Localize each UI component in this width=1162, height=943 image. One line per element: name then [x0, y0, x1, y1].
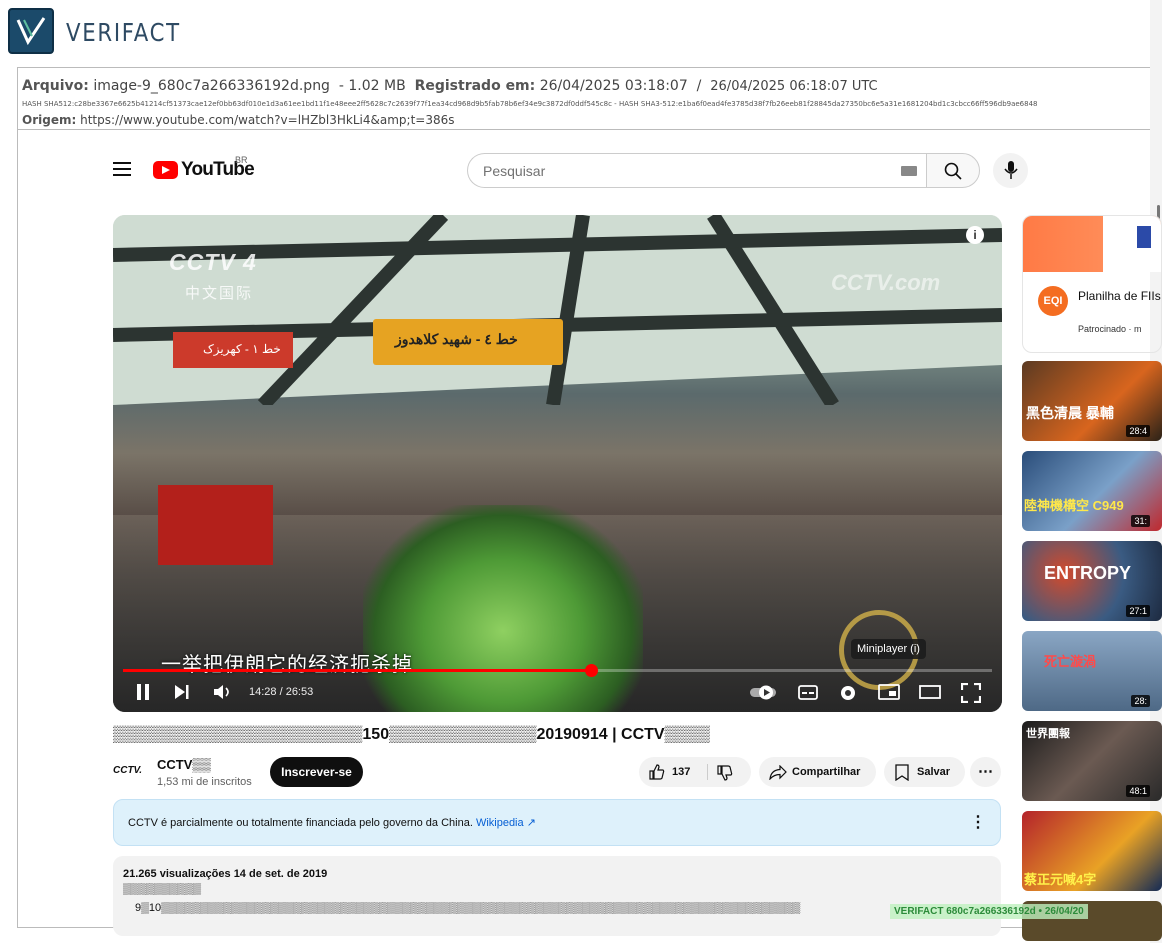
- ad-sponsor: Patrocinado · m: [1078, 324, 1142, 334]
- time-display: 14:28 / 26:53: [249, 686, 314, 698]
- country-code: BR: [235, 155, 248, 165]
- keyboard-icon[interactable]: [901, 166, 917, 176]
- recommended-video-thumbnail[interactable]: 死亡漩渦 28:: [1022, 631, 1162, 711]
- fullscreen-icon[interactable]: [961, 683, 981, 703]
- video-duration: 48:1: [1126, 785, 1150, 797]
- registrado-value: 26/04/2025 03:18:07: [539, 78, 688, 94]
- miniplayer-icon[interactable]: [878, 683, 900, 701]
- progress-knob[interactable]: [584, 664, 598, 677]
- save-label: Salvar: [917, 766, 951, 778]
- verifact-stamp: VERIFACT 680c7a266336192d • 26/04/20: [890, 904, 1088, 919]
- notice-text: CCTV é parcialmente ou totalmente financ…: [128, 817, 473, 829]
- thumbnail-text: 世界團報: [1026, 728, 1070, 740]
- share-icon: [769, 765, 787, 780]
- date-separator: /: [696, 78, 702, 94]
- recommended-video-thumbnail[interactable]: 黑色清晨 暴輔 28:4: [1022, 361, 1162, 441]
- progress-fill: [123, 669, 591, 672]
- search-input[interactable]: Pesquisar: [467, 153, 926, 188]
- ad-shield-icon: [1137, 226, 1151, 248]
- evidence-metadata: Arquivo: image-9_680c7a266336192d.png - …: [17, 67, 1150, 130]
- subscribe-button[interactable]: Inscrever-se: [270, 757, 363, 787]
- video-player[interactable]: خط ۱ - کهریزک خط ٤ - شهید کلاهدوز CCTV 4…: [113, 215, 1002, 712]
- microphone-icon: [1004, 161, 1018, 179]
- ad-logo: EQI: [1038, 286, 1068, 316]
- video-frame-plant: [363, 505, 643, 712]
- ad-banner: [1023, 216, 1161, 272]
- video-frame-kiosk: [158, 485, 273, 565]
- file-size: - 1.02 MB: [338, 78, 406, 94]
- description-box[interactable]: 21.265 visualizações 14 de set. de 2019 …: [113, 856, 1001, 936]
- utc-value: 26/04/2025 06:18:07 UTC: [710, 79, 878, 94]
- search-placeholder: Pesquisar: [483, 163, 546, 179]
- origem-label: Origem:: [22, 113, 77, 127]
- cctv-com-watermark: CCTV.com: [831, 270, 941, 295]
- settings-gear-icon[interactable]: [838, 683, 858, 703]
- more-actions-icon[interactable]: ⋯: [970, 757, 1001, 787]
- channel-avatar[interactable]: CCTV.: [113, 758, 149, 783]
- verifact-logo: [8, 8, 54, 54]
- description-line: ▒▒▒▒▒▒▒▒▒▒: [123, 883, 201, 895]
- share-button[interactable]: Compartilhar: [759, 757, 876, 787]
- notice-menu-icon[interactable]: ⋮: [970, 812, 986, 832]
- recommended-video-thumbnail[interactable]: 蔡正元喊4字: [1022, 811, 1162, 891]
- sign-left-text: خط ۱ - کهریزک: [203, 342, 281, 356]
- like-count[interactable]: 137: [672, 757, 690, 787]
- volume-icon[interactable]: [213, 683, 233, 701]
- video-frame-ceiling: [113, 215, 1002, 405]
- subtitles-icon[interactable]: [798, 683, 818, 701]
- origem-url: https://www.youtube.com/watch?v=lHZbl3Hk…: [80, 113, 455, 127]
- description-line: 9▒10▒▒▒▒▒▒▒▒▒▒▒▒▒▒▒▒▒▒▒▒▒▒▒▒▒▒▒▒▒▒▒▒▒▒▒▒…: [135, 902, 801, 914]
- next-icon[interactable]: [174, 683, 190, 701]
- thumbnail-text: 蔡正元喊4字: [1024, 872, 1097, 887]
- registrado-label: Registrado em:: [414, 78, 536, 94]
- miniplayer-tooltip: Miniplayer (i): [851, 639, 926, 659]
- funding-notice: CCTV é parcialmente ou totalmente financ…: [113, 799, 1001, 846]
- save-button[interactable]: Salvar: [884, 757, 965, 787]
- video-sign-left: خط ۱ - کهریزک: [173, 332, 293, 368]
- cctv4-watermark: CCTV 4: [169, 249, 257, 275]
- verifact-brand: VERIFACT: [66, 18, 181, 47]
- hash-line: HASH SHA512:c28be3367e6625b41214cf51373c…: [22, 100, 1038, 108]
- cctv4-watermark-sub: 中文国际: [185, 285, 254, 302]
- share-label: Compartilhar: [792, 766, 861, 778]
- like-dislike-group: 137: [639, 757, 751, 787]
- wikipedia-link[interactable]: Wikipedia: [476, 817, 524, 829]
- video-title: ▒▒▒▒▒▒▒▒▒▒▒▒▒▒▒▒▒▒▒▒▒▒150▒▒▒▒▒▒▒▒▒▒▒▒▒20…: [113, 726, 710, 743]
- ad-title: Planilha de FIIs: [1078, 289, 1161, 303]
- video-duration: 27:1: [1126, 605, 1150, 617]
- sign-center-text: خط ٤ - شهید کلاهدوز: [395, 331, 518, 347]
- recommended-video-thumbnail[interactable]: ENTROPY 27:1: [1022, 541, 1162, 621]
- bookmark-icon: [895, 764, 909, 781]
- youtube-play-icon: [153, 161, 178, 179]
- subscriber-count: 1,53 mi de inscritos: [157, 776, 252, 788]
- video-sign-center: خط ٤ - شهید کلاهدوز: [373, 319, 563, 365]
- video-duration: 28:: [1131, 695, 1150, 707]
- video-duration: 28:4: [1126, 425, 1150, 437]
- thumbnail-text: 黑色清晨 暴輔: [1026, 405, 1114, 421]
- views-and-date: 21.265 visualizações 14 de set. de 2019: [123, 868, 328, 880]
- dislike-icon[interactable]: [717, 765, 733, 781]
- arquivo-label: Arquivo:: [22, 78, 89, 94]
- autoplay-toggle-icon[interactable]: [749, 683, 779, 701]
- hamburger-menu-icon[interactable]: [113, 162, 131, 176]
- thumbnail-text: 陸神機構空 C949: [1024, 498, 1124, 513]
- channel-name[interactable]: CCTV▒▒: [157, 757, 211, 772]
- voice-search-button[interactable]: [993, 153, 1028, 188]
- progress-bar[interactable]: [123, 664, 992, 677]
- recommended-video-thumbnail[interactable]: 陸神機構空 C949 31:: [1022, 451, 1162, 531]
- search-icon: [944, 162, 962, 180]
- arquivo-value: image-9_680c7a266336192d.png: [93, 78, 330, 94]
- sponsored-ad[interactable]: EQI Planilha de FIIs Patrocinado · m: [1022, 215, 1162, 353]
- search-button[interactable]: [926, 153, 980, 188]
- theater-mode-icon[interactable]: [919, 683, 941, 701]
- info-icon[interactable]: i: [966, 226, 984, 244]
- thumbnail-text: ENTROPY: [1044, 563, 1132, 583]
- recommended-video-thumbnail[interactable]: 世界團報 48:1: [1022, 721, 1162, 801]
- thumbnail-text: 死亡漩渦: [1044, 654, 1097, 669]
- video-subtitle: 一举把伊朗它的经济扼杀掉: [161, 654, 413, 676]
- video-duration: 31:: [1131, 515, 1150, 527]
- like-icon[interactable]: [649, 764, 665, 780]
- external-link-icon[interactable]: ↗: [527, 817, 536, 829]
- pause-icon[interactable]: [135, 683, 151, 701]
